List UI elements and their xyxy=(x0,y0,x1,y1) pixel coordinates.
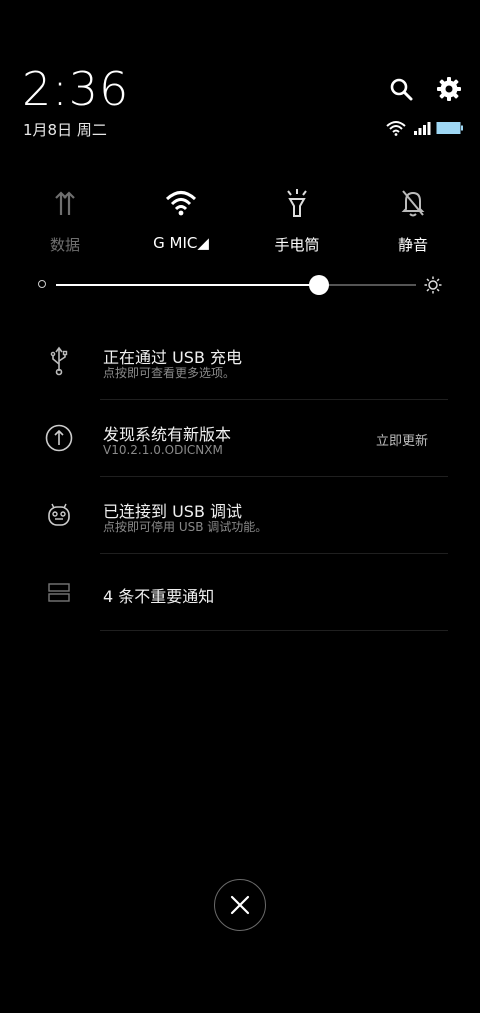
divider xyxy=(100,399,448,400)
notification-usb-charging[interactable]: 正在通过 USB 充电 点按即可查看更多选项。 xyxy=(0,330,480,406)
stack-icon xyxy=(48,583,70,602)
gear-icon[interactable] xyxy=(436,76,462,102)
close-shade-button[interactable] xyxy=(214,879,266,931)
toggle-mute[interactable]: 静音 xyxy=(368,186,458,255)
divider xyxy=(100,476,448,477)
notification-title: 发现系统有新版本 xyxy=(103,425,232,444)
divider xyxy=(100,553,448,554)
notification-subtitle: 点按即可停用 USB 调试功能。 xyxy=(103,520,268,534)
wifi-icon xyxy=(165,191,197,216)
brightness-slider[interactable] xyxy=(0,270,480,300)
search-icon[interactable] xyxy=(388,76,414,102)
notification-shade: 2:36 1月8日 周二 数据 G MIC◢ 手电筒 静音 正在通过 USB 充… xyxy=(0,0,480,1013)
android-debug-icon xyxy=(48,503,70,526)
data-arrows-icon xyxy=(55,191,75,215)
toggle-data[interactable]: 数据 xyxy=(20,186,110,255)
battery-icon xyxy=(436,122,463,134)
brightness-fill xyxy=(56,284,319,286)
toggle-wifi[interactable]: G MIC◢ xyxy=(136,186,226,252)
notification-subtitle: V10.2.1.0.ODICNXM xyxy=(103,443,223,457)
toggle-label: G MIC◢ xyxy=(153,234,209,252)
update-arrow-icon xyxy=(45,424,73,452)
wifi-status-icon xyxy=(386,121,406,136)
cell-signal-icon xyxy=(414,122,431,135)
toggle-flashlight[interactable]: 手电筒 xyxy=(252,186,342,255)
divider xyxy=(100,630,448,631)
notification-title: 4 条不重要通知 xyxy=(103,587,215,606)
toggle-label: 数据 xyxy=(49,236,80,254)
clock-time[interactable]: 2:36 xyxy=(22,62,129,116)
notification-system-update[interactable]: 发现系统有新版本 V10.2.1.0.ODICNXM 立即更新 xyxy=(0,408,480,484)
brightness-thumb[interactable] xyxy=(308,275,329,295)
close-icon xyxy=(230,895,250,915)
brightness-low-icon xyxy=(38,280,46,288)
date-label[interactable]: 1月8日 周二 xyxy=(23,119,107,140)
brightness-track[interactable] xyxy=(56,284,416,286)
notification-subtitle: 点按即可查看更多选项。 xyxy=(103,366,236,380)
usb-icon xyxy=(50,346,68,376)
quick-toggles: 数据 G MIC◢ 手电筒 静音 xyxy=(0,186,480,266)
update-now-button[interactable]: 立即更新 xyxy=(376,430,428,449)
toggle-label: 静音 xyxy=(397,236,428,254)
notification-unimportant-group[interactable]: 4 条不重要通知 xyxy=(0,562,480,638)
notification-usb-debug[interactable]: 已连接到 USB 调试 点按即可停用 USB 调试功能。 xyxy=(0,485,480,561)
bell-mute-icon xyxy=(401,190,425,217)
toggle-label: 手电筒 xyxy=(274,236,320,254)
brightness-high-icon xyxy=(424,276,442,294)
flashlight-icon xyxy=(287,189,307,217)
